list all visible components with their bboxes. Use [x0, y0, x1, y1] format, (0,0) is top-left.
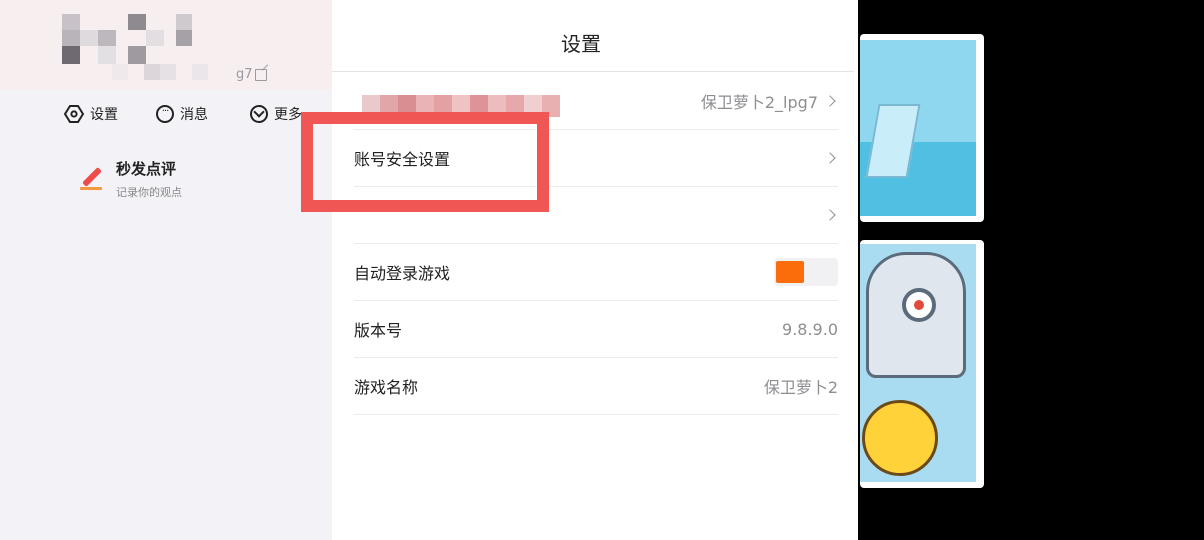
- quick-review-title: 秒发点评: [116, 160, 177, 178]
- row-label: 版本号: [354, 321, 403, 340]
- game-art-card-top: [860, 34, 984, 222]
- settings-row-change-password[interactable]: [354, 187, 838, 244]
- sidebar: g7 设置 ··· 消息 更多 秒发点评 记录你的观点: [0, 0, 332, 540]
- edit-icon[interactable]: [254, 68, 267, 81]
- page-title: 设置: [561, 32, 601, 56]
- row-value: 9.8.9.0: [782, 319, 838, 339]
- row-label: 游戏名称: [354, 378, 419, 397]
- game-art-card-bottom: [860, 240, 984, 488]
- nav-more[interactable]: 更多: [250, 104, 310, 124]
- quick-review-subtitle: 记录你的观点: [116, 186, 182, 199]
- settings-panel: 设置 保卫萝卜2_lpg7 账号安全设置 自动登录游戏 版本号 9.8.9.0 …: [332, 0, 858, 540]
- row-label: 账号安全设置: [354, 150, 451, 169]
- nav-more-label: 更多: [274, 107, 302, 123]
- avatar[interactable]: [62, 14, 192, 64]
- sidebar-nav: 设置 ··· 消息 更多: [64, 104, 310, 124]
- pen-icon: [78, 164, 104, 190]
- chevron-right-icon: [824, 152, 836, 164]
- nav-settings-label: 设置: [90, 107, 118, 123]
- title-divider: [332, 71, 854, 72]
- toggle-knob: [776, 261, 804, 283]
- settings-row-account-security[interactable]: 账号安全设置: [354, 130, 838, 187]
- chevron-right-icon: [824, 209, 836, 221]
- chat-icon: ···: [156, 105, 174, 123]
- account-redacted: [362, 95, 560, 117]
- nav-messages-label: 消息: [180, 107, 208, 123]
- chevron-right-icon: [824, 95, 836, 107]
- uid-redacted: [112, 64, 222, 80]
- auto-login-toggle[interactable]: [774, 258, 838, 286]
- quick-review[interactable]: 秒发点评 记录你的观点: [78, 158, 182, 200]
- settings-row-auto-login: 自动登录游戏: [354, 244, 838, 301]
- settings-row-game-name: 游戏名称 保卫萝卜2: [354, 358, 838, 415]
- nav-messages[interactable]: ··· 消息: [156, 104, 250, 124]
- row-value: 保卫萝卜2_lpg7: [700, 93, 818, 112]
- nav-settings[interactable]: 设置: [64, 104, 156, 124]
- row-value: 保卫萝卜2: [763, 378, 838, 397]
- settings-list: 保卫萝卜2_lpg7 账号安全设置 自动登录游戏 版本号 9.8.9.0 游戏名…: [354, 73, 838, 415]
- gear-icon: [64, 105, 84, 123]
- row-label: 自动登录游戏: [354, 264, 451, 283]
- settings-row-version: 版本号 9.8.9.0: [354, 301, 838, 358]
- uid-label[interactable]: g7: [236, 67, 267, 82]
- chevron-down-icon: [250, 105, 268, 123]
